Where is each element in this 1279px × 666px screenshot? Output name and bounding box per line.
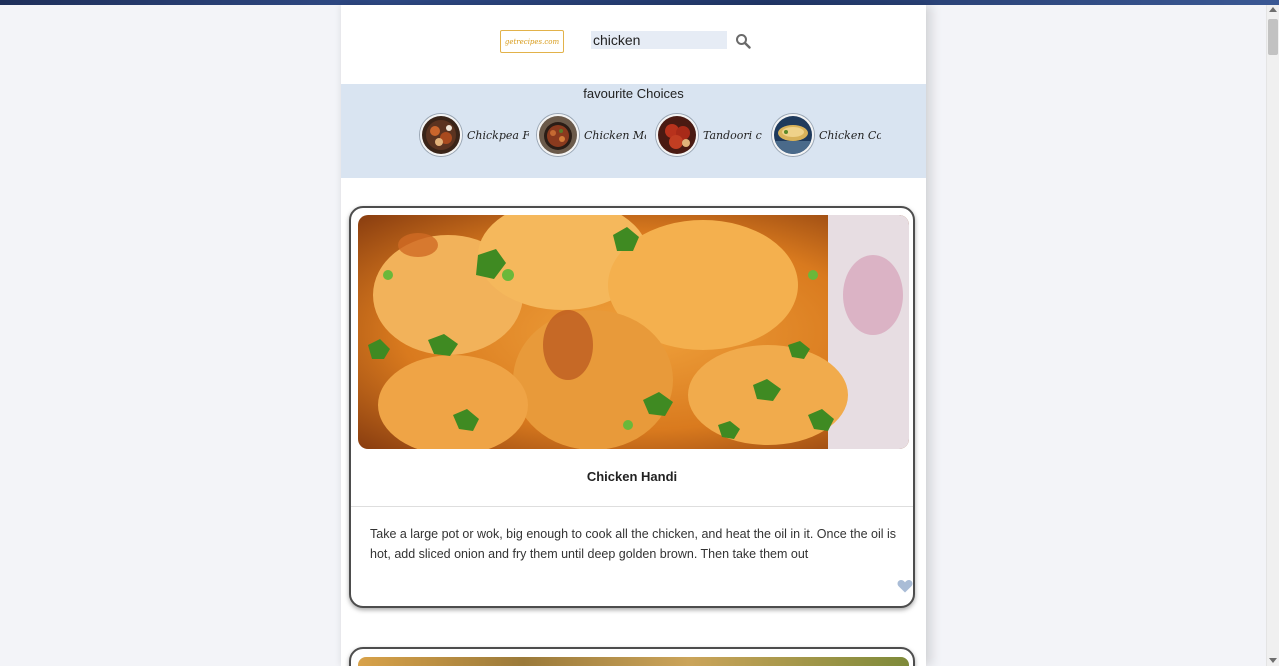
favourites-title: favourite Choices	[583, 86, 684, 101]
page-container: getrecipes.com favourite Choices Chickpe…	[341, 5, 926, 666]
favourite-label: Chicken Ma	[584, 128, 646, 142]
heart-icon[interactable]	[897, 579, 913, 593]
favourite-thumbnail	[772, 114, 814, 156]
search-icon[interactable]	[735, 33, 751, 49]
favourite-label: Tandoori c	[703, 128, 762, 142]
page-scrollbar[interactable]	[1266, 5, 1279, 666]
recipe-image[interactable]	[358, 657, 909, 666]
scroll-down-arrow-icon[interactable]	[1269, 658, 1277, 663]
favourite-label: Chicken Co	[819, 128, 881, 142]
favourite-item[interactable]: Chicken Ma	[537, 114, 646, 156]
favourite-label: Chickpea F	[467, 128, 529, 142]
recipe-image[interactable]	[358, 215, 909, 449]
favourite-thumbnail	[656, 114, 698, 156]
recipe-card[interactable]: Chicken Handi Take a large pot or wok, b…	[349, 206, 915, 608]
header: getrecipes.com	[341, 5, 926, 84]
site-logo[interactable]: getrecipes.com	[500, 30, 564, 53]
favourite-item[interactable]: Tandoori c	[656, 114, 765, 156]
search-input[interactable]	[591, 31, 727, 49]
card-divider	[351, 506, 913, 507]
favourite-thumbnail	[420, 114, 462, 156]
favourite-choices-panel: favourite Choices Chickpea F Chicken Ma …	[341, 84, 926, 178]
favourite-item[interactable]: Chicken Co	[772, 114, 881, 156]
scroll-thumb[interactable]	[1268, 19, 1278, 55]
favourite-thumbnail	[537, 114, 579, 156]
recipe-description: Take a large pot or wok, big enough to c…	[370, 527, 897, 561]
favourite-item[interactable]: Chickpea F	[420, 114, 529, 156]
recipe-card[interactable]	[349, 647, 915, 666]
scroll-up-arrow-icon[interactable]	[1269, 7, 1277, 12]
recipe-title[interactable]: Chicken Handi	[351, 469, 913, 484]
